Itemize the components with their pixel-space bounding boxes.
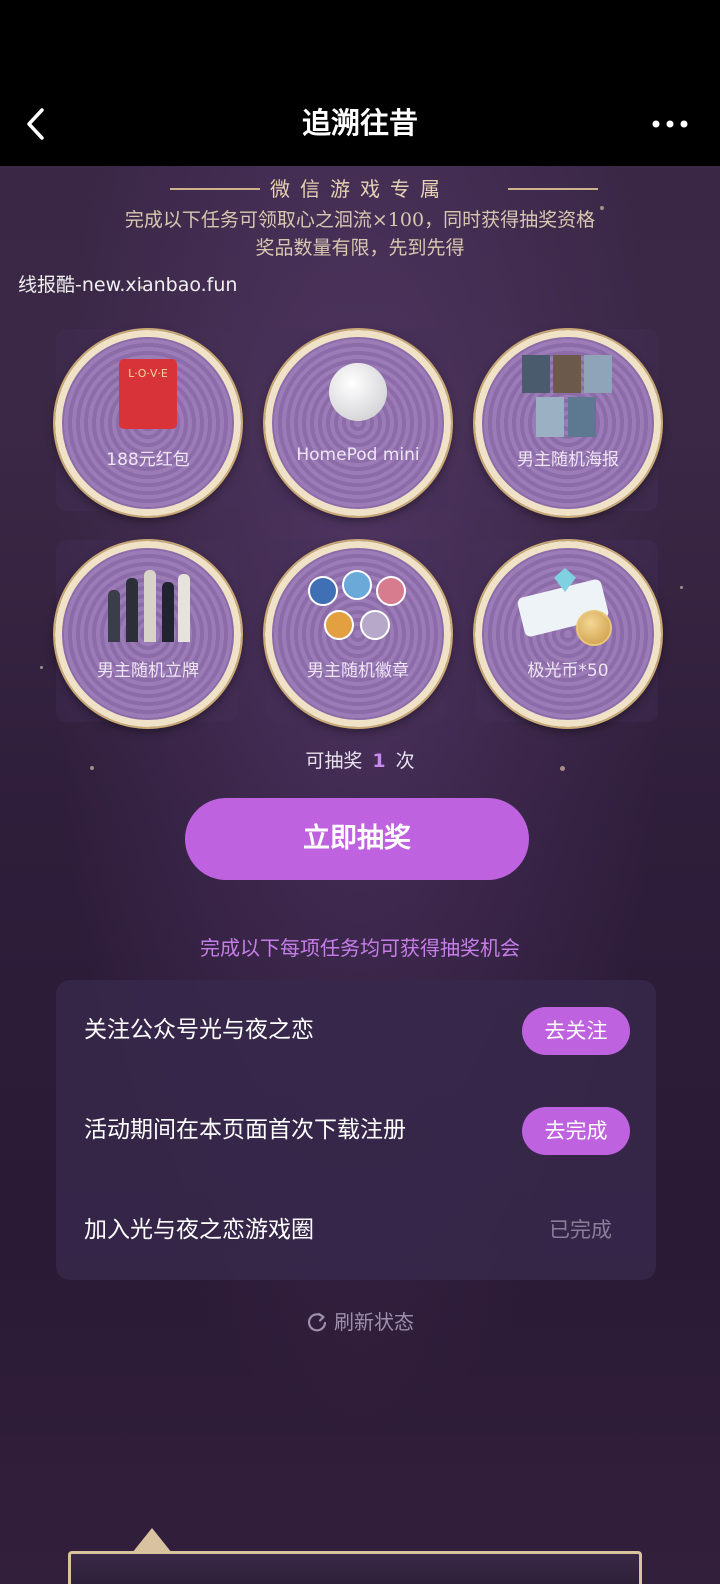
task-row-follow-account: 关注公众号光与夜之恋 去关注 [56,980,656,1080]
prize-item-red-envelope: L·O·V·E 188元红包 [55,330,241,516]
prize-label: 男主随机立牌 [97,661,199,681]
more-dots-icon[interactable] [650,110,690,138]
sparkle-decoration [680,586,683,589]
bottom-frame-decoration [68,1551,642,1584]
sparkle-decoration [40,666,43,669]
prize-item-homepod: HomePod mini [265,330,451,516]
task-label: 加入光与夜之恋游戏圈 [84,1217,314,1243]
draw-now-button[interactable]: 立即抽奖 [185,798,529,880]
prize-label: 男主随机海报 [517,450,619,470]
complete-button[interactable]: 去完成 [522,1107,630,1155]
activity-page: 微信游戏专属 完成以下任务可领取心之洄流×100，同时获得抽奖资格 奖品数量有限… [0,166,720,1584]
follow-button[interactable]: 去关注 [522,1007,630,1055]
prize-item-coin: 极光币*50 [475,541,661,727]
coin-icon [516,568,620,648]
watermark-text: 线报酷-new.xianbao.fun [18,274,238,296]
top-navigation-bar: 追溯往昔 [0,0,720,166]
refresh-status-button[interactable]: 刷新状态 [0,1306,720,1335]
task-label: 活动期间在本页面首次下载注册 [84,1117,406,1143]
prize-label: 188元红包 [106,450,190,470]
draw-chances-text: 可抽奖 1 次 [0,746,720,773]
banner-subtitle: 完成以下任务可领取心之洄流×100，同时获得抽奖资格 奖品数量有限，先到先得 [0,206,720,262]
page-title: 追溯往昔 [301,106,418,140]
speaker-icon [329,363,387,421]
red-envelope-icon: L·O·V·E [119,359,177,429]
banner-subtitle-line2: 奖品数量有限，先到先得 [255,237,465,259]
prize-label: 极光币*50 [527,661,609,681]
task-completed-status: 已完成 [549,1218,612,1242]
prize-item-poster: 男主随机海报 [475,330,661,516]
badge-icon [308,570,408,648]
prize-item-standee: 男主随机立牌 [55,541,241,727]
task-row-download-register: 活动期间在本页面首次下载注册 去完成 [56,1080,656,1180]
task-row-join-circle: 加入光与夜之恋游戏圈 已完成 [56,1180,656,1280]
task-list: 关注公众号光与夜之恋 去关注 活动期间在本页面首次下载注册 去完成 加入光与夜之… [56,980,656,1280]
refresh-icon [307,1312,327,1332]
task-label: 关注公众号光与夜之恋 [84,1017,314,1043]
prize-label: 男主随机徽章 [307,661,409,681]
draw-count-value: 1 [372,750,386,772]
task-hint-text: 完成以下每项任务均可获得抽奖机会 [200,936,520,960]
banner-divider-right [508,188,598,190]
prize-item-badge: 男主随机徽章 [265,541,451,727]
poster-icon [522,355,614,439]
standee-icon [102,568,194,648]
banner-title: 微信游戏专属 [270,177,450,201]
banner-subtitle-line1: 完成以下任务可领取心之洄流×100，同时获得抽奖资格 [124,209,596,231]
draw-count-suffix: 次 [395,750,415,772]
refresh-label: 刷新状态 [334,1310,414,1334]
prize-label: HomePod mini [296,445,420,465]
draw-count-prefix: 可抽奖 [305,750,363,772]
